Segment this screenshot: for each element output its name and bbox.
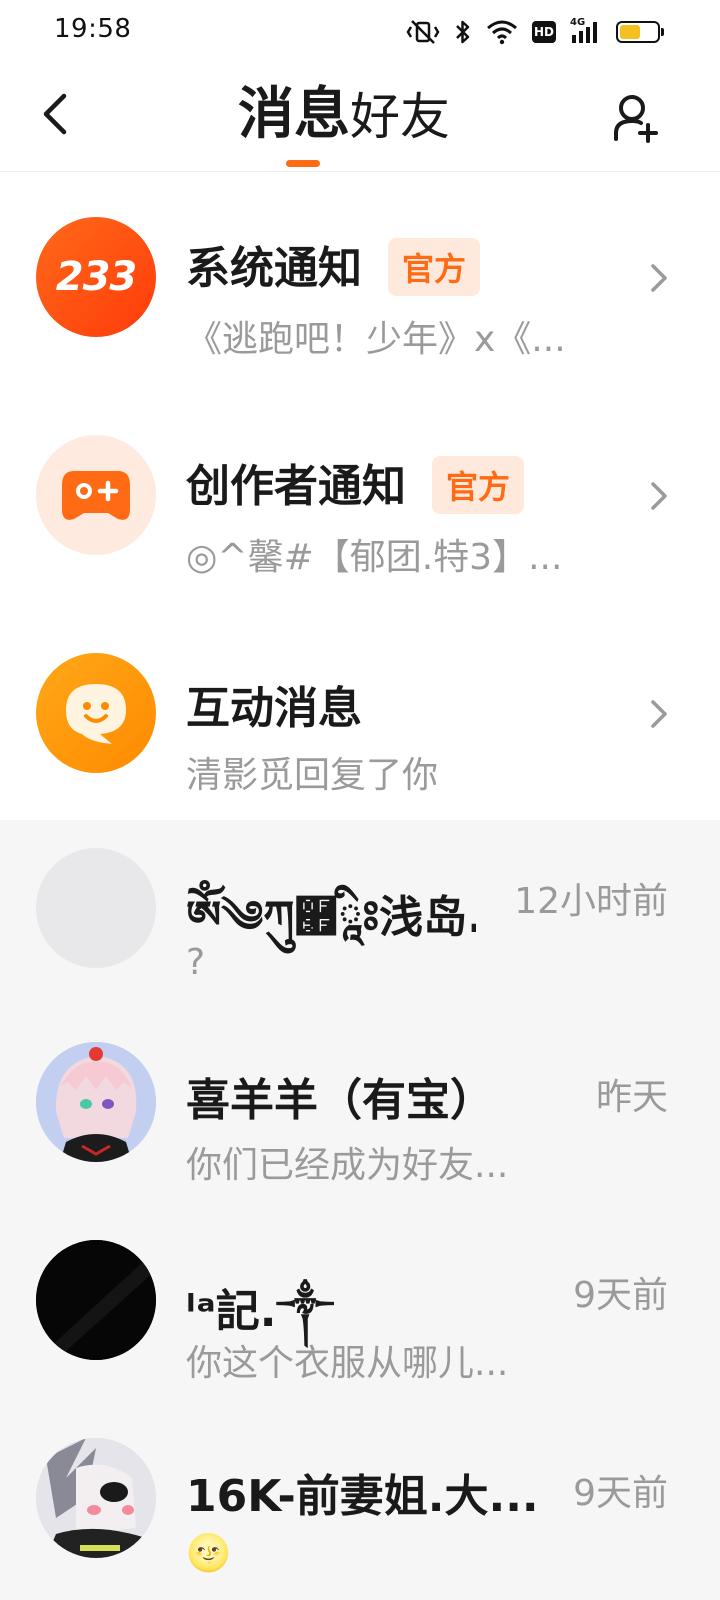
header: 消息 好友: [0, 64, 720, 172]
tab-messages[interactable]: 消息: [238, 80, 350, 150]
back-button[interactable]: [30, 88, 78, 140]
system-notification-avatar: 233: [36, 217, 156, 337]
chat-time: 12小时前: [514, 881, 668, 922]
avatar: [36, 1042, 156, 1162]
item-title: 创作者通知 官方: [186, 450, 525, 518]
chat-time: 9天前: [573, 1473, 668, 1514]
message-list: 233 系统通知 官方 《逃跑吧！少年》x《... 创作者通知 官方 ◎^馨#【郁团…: [0, 172, 720, 1600]
interaction-messages-title: 互动消息: [186, 683, 362, 734]
item-title: 系统通知 官方: [186, 232, 481, 300]
battery-level: [620, 25, 640, 39]
chat-preview: 你们已经成为好友...: [186, 1145, 509, 1186]
item-subtitle: 清影觅回复了你: [186, 755, 439, 796]
status-time: 19:58: [54, 14, 132, 44]
signal-icon: 4G: [570, 17, 602, 47]
add-friend-button[interactable]: [608, 90, 664, 146]
dark-avatar-image: [36, 1240, 156, 1360]
interaction-messages-avatar: [36, 653, 156, 773]
chat-item[interactable]: 喜羊羊（有宝） 昨天 你们已经成为好友...: [0, 1018, 720, 1216]
chat-name: 16K-前妻姐.大...: [186, 1471, 539, 1522]
chevron-right-icon: [644, 476, 674, 516]
system-notification-item[interactable]: 233 系统通知 官方 《逃跑吧！少年》x《...: [0, 172, 720, 390]
status-bar: 19:58 HD 4G: [0, 0, 720, 64]
chat-preview: ?: [186, 942, 206, 983]
chevron-right-icon: [644, 258, 674, 298]
item-subtitle: 《逃跑吧！少年》x《...: [186, 319, 566, 360]
battery-icon: [616, 17, 664, 47]
back-arrow-icon: [43, 93, 67, 135]
network-label: 4G: [570, 17, 586, 28]
tab-friends[interactable]: 好友: [350, 84, 450, 150]
creator-notification-item[interactable]: 创作者通知 官方 ◎^馨#【郁团.特3】...: [0, 390, 720, 608]
avatar-text: 233: [55, 254, 137, 300]
chat-preview: 你这个衣服从哪儿...: [186, 1343, 509, 1384]
anime-character-avatar-image: [36, 1438, 156, 1558]
chat-item[interactable]: 16K-前妻姐.大... 9天前 🌝: [0, 1414, 720, 1600]
system-notification-title: 系统通知: [186, 243, 362, 294]
chat-name: 喜羊羊（有宝）: [186, 1075, 494, 1126]
bluetooth-icon: [454, 17, 472, 47]
tab-bar: 消息 好友: [238, 80, 450, 150]
hd-icon: HD: [532, 17, 556, 47]
official-badge: 官方: [388, 238, 481, 296]
avatar: [36, 1438, 156, 1558]
vibrate-off-icon: [406, 17, 440, 47]
gamepad-icon: [62, 471, 130, 520]
item-subtitle: ◎^馨#【郁团.特3】...: [186, 537, 563, 578]
chat-item[interactable]: ˡᵃ記.༒ 9天前 你这个衣服从哪儿...: [0, 1216, 720, 1414]
creator-notification-title: 创作者通知: [186, 461, 406, 512]
avatar: [36, 848, 156, 968]
wifi-icon: [486, 17, 518, 47]
active-tab-indicator: [286, 160, 320, 167]
creator-notification-avatar: [36, 435, 156, 555]
chat-preview: 🌝: [186, 1533, 231, 1574]
avatar: [36, 1240, 156, 1360]
anime-character-avatar-image: [36, 1042, 156, 1162]
status-icons: HD 4G: [406, 16, 664, 48]
add-user-icon: [614, 95, 658, 143]
chat-time: 昨天: [595, 1077, 668, 1118]
chevron-right-icon: [644, 694, 674, 734]
interaction-messages-item[interactable]: 互动消息 清影觅回复了你: [0, 608, 720, 820]
chat-item[interactable]: ༀ༄ཀུ཯ཱིཿ浅岛... 12小时前 ?: [0, 820, 720, 1018]
chat-time: 9天前: [573, 1275, 668, 1316]
chat-name: ༀ༄ཀུ཯ཱིཿ浅岛...: [186, 892, 476, 943]
official-badge: 官方: [432, 456, 525, 514]
chat-bubble-icon: [66, 684, 126, 744]
